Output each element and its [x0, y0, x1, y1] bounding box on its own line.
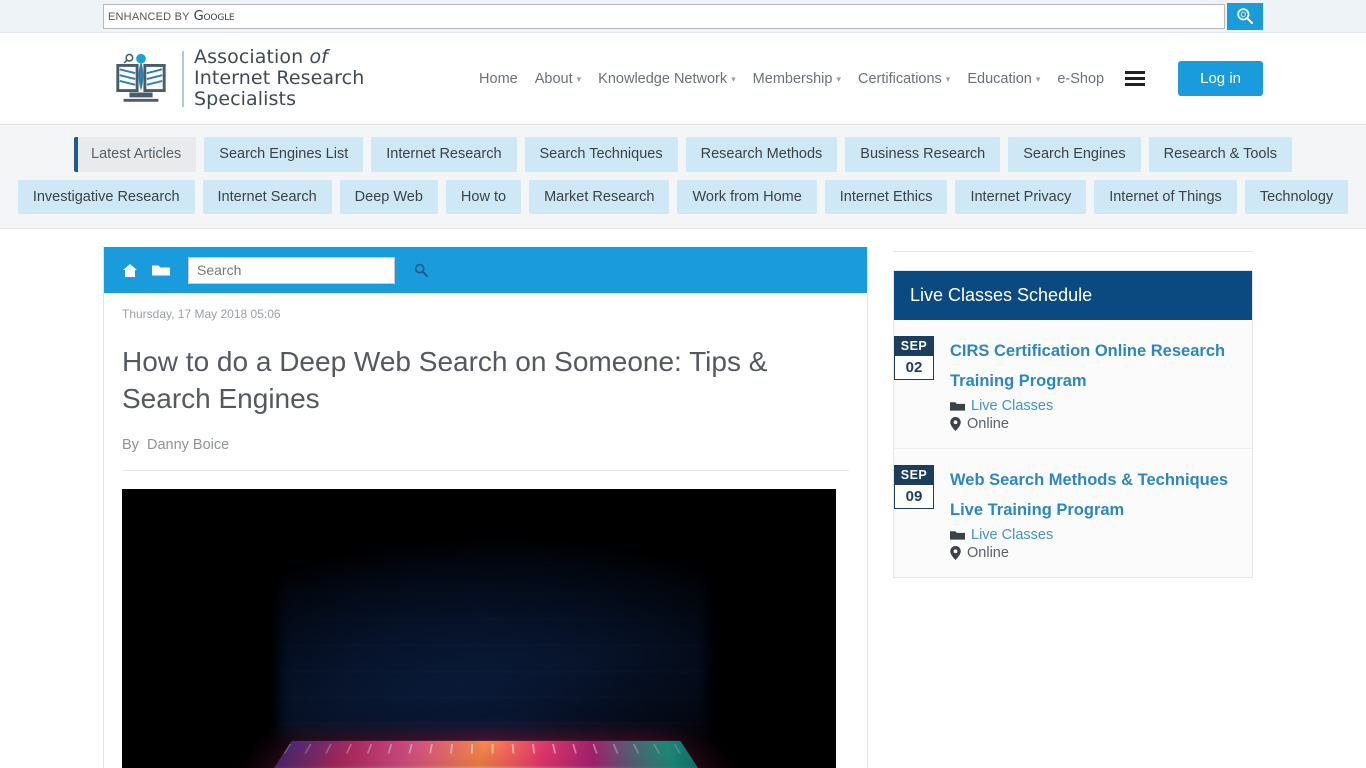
event-location-text: Online — [967, 416, 1009, 432]
by-label: By — [122, 437, 139, 453]
folder-icon — [950, 529, 965, 541]
category-chip-market-research[interactable]: Market Research — [529, 179, 670, 214]
nav-item-membership[interactable]: Membership ▾ — [753, 71, 841, 87]
nav-item-home[interactable]: Home — [479, 71, 518, 87]
enhanced-by-google-label: ENHANCED BY Google — [108, 8, 235, 24]
nav-item-knowledge-network[interactable]: Knowledge Network ▾ — [598, 71, 736, 87]
nav-label: Certifications — [857, 70, 942, 87]
category-chip-internet-search[interactable]: Internet Search — [202, 179, 332, 214]
category-chip-search-engines-list[interactable]: Search Engines List — [204, 137, 364, 172]
category-tabs: Latest Articles Search Engines List Inte… — [0, 125, 1366, 229]
category-chip-latest-articles[interactable]: Latest Articles — [74, 137, 197, 172]
event-category-link[interactable]: Live Classes — [971, 527, 1053, 543]
event-day: 02 — [894, 356, 934, 380]
category-chip-business-research[interactable]: Business Research — [845, 137, 1001, 172]
event-day: 09 — [894, 485, 934, 509]
event-category: Live Classes — [950, 527, 1236, 543]
article-title: How to do a Deep Web Search on Someone: … — [122, 346, 768, 414]
article-toolbar — [104, 247, 867, 293]
google-search-button[interactable] — [1227, 2, 1263, 30]
chevron-down-icon: ▾ — [836, 74, 841, 84]
category-chip-research-methods[interactable]: Research Methods — [685, 137, 838, 172]
home-icon[interactable] — [122, 263, 138, 278]
chevron-down-icon: ▾ — [1035, 74, 1041, 84]
nav-item-eshop[interactable]: e-Shop — [1057, 71, 1104, 87]
nav-label: e-Shop — [1057, 70, 1105, 87]
logo-divider — [182, 50, 184, 107]
chevron-down-icon: ▾ — [731, 74, 736, 84]
article-body: Thursday, 17 May 2018 05:06 How to do a … — [104, 293, 867, 768]
event-location: Online — [950, 416, 1236, 432]
category-chip-deep-web[interactable]: Deep Web — [339, 179, 438, 214]
event-category-link[interactable]: Live Classes — [971, 398, 1053, 414]
open-book-monitor-logo-icon — [116, 53, 166, 102]
event-location: Online — [950, 545, 1236, 561]
category-chip-search-techniques[interactable]: Search Techniques — [524, 137, 678, 172]
article-search-input[interactable] — [188, 256, 395, 284]
map-pin-icon — [950, 546, 961, 560]
google-cse-input-box[interactable]: ENHANCED BY Google — [103, 3, 1225, 29]
category-chip-internet-research[interactable]: Internet Research — [371, 137, 517, 172]
article-column: Thursday, 17 May 2018 05:06 How to do a … — [103, 247, 868, 768]
event-month: SEP — [894, 465, 934, 485]
nav-label: Membership — [752, 70, 833, 87]
category-chip-technology[interactable]: Technology — [1244, 179, 1349, 214]
event-category: Live Classes — [950, 398, 1236, 414]
nav-item-certifications[interactable]: Certifications ▾ — [858, 71, 950, 87]
main-navigation: Home About ▾ Knowledge Network ▾ Members… — [479, 61, 1263, 96]
category-row-1: Latest Articles Search Engines List Inte… — [0, 137, 1366, 172]
nav-item-education[interactable]: Education ▾ — [967, 71, 1040, 87]
category-chip-work-from-home[interactable]: Work from Home — [677, 179, 817, 214]
article-hero-image — [122, 489, 836, 768]
article-byline: By Danny Boice — [122, 437, 849, 471]
map-pin-icon — [950, 417, 961, 431]
sidebar-divider — [893, 251, 1253, 252]
event-title-link[interactable]: CIRS Certification Online Research Train… — [950, 336, 1236, 396]
widget-title: Live Classes Schedule — [894, 271, 1252, 320]
category-chip-internet-of-things[interactable]: Internet of Things — [1094, 179, 1237, 214]
nav-label: Knowledge Network — [598, 70, 728, 87]
chevron-down-icon: ▾ — [945, 74, 951, 84]
page-body: Thursday, 17 May 2018 05:06 How to do a … — [0, 229, 1366, 768]
category-row-2: Investigative Research Internet Search D… — [0, 179, 1366, 214]
live-classes-schedule-widget: Live Classes Schedule SEP 02 CIRS Certif… — [893, 270, 1253, 578]
event-list-item: SEP 09 Web Search Methods & Techniques L… — [894, 449, 1252, 577]
site-logo[interactable]: Association of Internet Research Special… — [110, 47, 364, 110]
google-cse-strip: ENHANCED BY Google — [0, 0, 1366, 33]
site-header: Association of Internet Research Special… — [0, 33, 1366, 125]
event-list-item: SEP 02 CIRS Certification Online Researc… — [894, 320, 1252, 449]
category-chip-investigative-research[interactable]: Investigative Research — [17, 179, 195, 214]
folder-icon — [950, 400, 965, 412]
sidebar-column: Live Classes Schedule SEP 02 CIRS Certif… — [893, 247, 1253, 768]
chevron-down-icon: ▾ — [576, 74, 582, 84]
nav-item-about[interactable]: About ▾ — [535, 71, 581, 87]
folder-icon[interactable] — [152, 263, 170, 277]
event-month: SEP — [894, 336, 934, 356]
nav-label: About — [534, 70, 573, 87]
article-date: Thursday, 17 May 2018 05:06 — [122, 307, 281, 321]
category-chip-search-engines[interactable]: Search Engines — [1008, 137, 1141, 172]
nav-label: Home — [479, 70, 518, 87]
category-chip-internet-privacy[interactable]: Internet Privacy — [955, 179, 1087, 214]
category-chip-research-and-tools[interactable]: Research & Tools — [1148, 137, 1292, 172]
nav-label: Education — [967, 70, 1032, 87]
login-button[interactable]: Log in — [1178, 61, 1263, 96]
category-chip-how-to[interactable]: How to — [445, 179, 522, 214]
magnifier-icon[interactable] — [413, 262, 429, 278]
hamburger-menu-icon[interactable] — [1125, 71, 1146, 86]
search-icon — [1237, 8, 1254, 25]
logo-text: Association of Internet Research Special… — [194, 46, 365, 110]
event-date-badge: SEP 02 — [894, 336, 934, 432]
category-chip-internet-ethics[interactable]: Internet Ethics — [824, 179, 948, 214]
event-title-link[interactable]: Web Search Methods & Techniques Live Tra… — [950, 465, 1236, 525]
event-location-text: Online — [967, 545, 1009, 561]
event-date-badge: SEP 09 — [894, 465, 934, 561]
article-author: Danny Boice — [146, 437, 230, 453]
